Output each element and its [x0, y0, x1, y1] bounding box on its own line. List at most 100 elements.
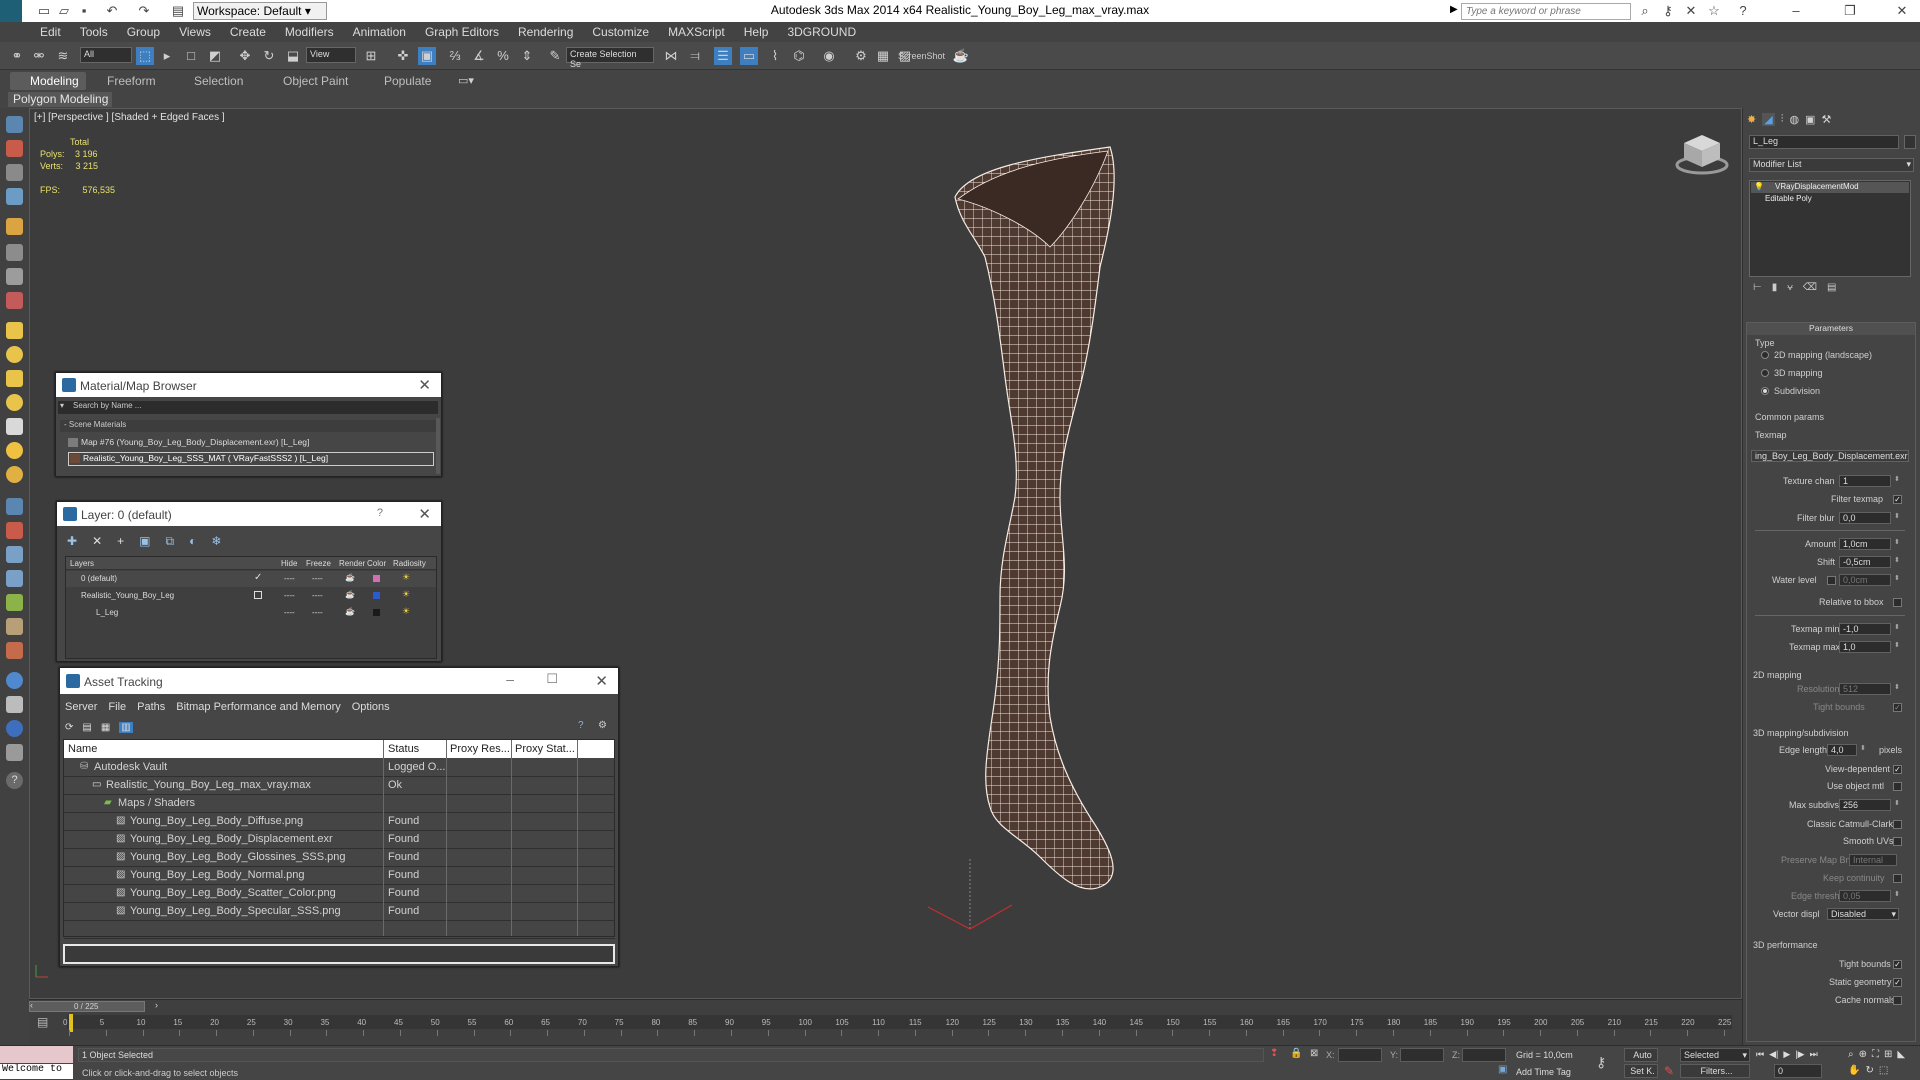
tab-selection[interactable]: Selection: [194, 74, 243, 88]
key-filter-dropdown[interactable]: Selected ▾: [1680, 1048, 1750, 1062]
edit-named-selection-icon[interactable]: ✎: [546, 47, 564, 65]
pixels-label[interactable]: pixels: [1879, 745, 1902, 755]
pin-stack-icon[interactable]: ⊢: [1753, 282, 1762, 293]
edge-length-input[interactable]: 4,0: [1827, 744, 1857, 756]
cylinder-primitive-icon[interactable]: [6, 370, 23, 387]
go-to-start-icon[interactable]: ⏮: [1756, 1049, 1764, 1060]
col-color[interactable]: Color: [367, 559, 386, 568]
align-icon[interactable]: ⫤: [686, 47, 704, 65]
max-subdivs-input[interactable]: 256: [1839, 799, 1891, 811]
restore-icon[interactable]: ❐: [1842, 3, 1858, 19]
scrollbar[interactable]: [436, 418, 440, 474]
perf-tight-bounds-checkbox[interactable]: ✓: [1893, 960, 1902, 969]
menu-group[interactable]: Group: [127, 25, 160, 39]
scene-materials-group[interactable]: - Scene Materials: [60, 420, 436, 432]
texmap-min-input[interactable]: -1,0: [1839, 623, 1891, 635]
menu-views[interactable]: Views: [179, 25, 211, 39]
zoom-all-icon[interactable]: ⊕: [1859, 1049, 1867, 1060]
scale-icon[interactable]: ⬓: [284, 47, 302, 65]
material-list-item[interactable]: Map #76 (Young_Boy_Leg_Body_Displacement…: [68, 437, 434, 451]
next-frame-icon[interactable]: ›: [155, 1000, 158, 1010]
spinner-icon[interactable]: ⬍: [1894, 641, 1900, 649]
radio-3d-mapping[interactable]: [1761, 369, 1769, 377]
tab-object-paint[interactable]: Object Paint: [283, 74, 348, 88]
snaps-toggle-icon[interactable]: ⅔: [446, 47, 464, 65]
view-dependent-label[interactable]: View-dependent: [1825, 764, 1890, 774]
time-tag-icon[interactable]: ▣: [1498, 1064, 1507, 1075]
tab-modeling[interactable]: Modeling: [30, 74, 79, 88]
modifier-list-dropdown[interactable]: Modifier List ▾: [1749, 158, 1914, 172]
view-dependent-checkbox[interactable]: ✓: [1893, 765, 1902, 774]
leg-mesh-wireframe[interactable]: [910, 137, 1190, 937]
new-file-icon[interactable]: ▭: [36, 3, 52, 19]
water-level-input[interactable]: 0,0cm: [1839, 574, 1891, 586]
viewport-tool-icon-14[interactable]: [6, 618, 23, 635]
hide-toggle[interactable]: ----: [284, 574, 295, 583]
search-input[interactable]: Type a keyword or phrase: [1461, 3, 1631, 20]
favorites-star-icon[interactable]: ☆: [1706, 3, 1722, 19]
radio-subdivision[interactable]: [1761, 387, 1769, 395]
filter-blur-input[interactable]: 0,0: [1839, 512, 1891, 524]
layer-color-swatch[interactable]: [373, 575, 380, 582]
y-coordinate-field[interactable]: [1400, 1048, 1444, 1062]
asset-row[interactable]: ▨ Young_Boy_Leg_Body_Normal.png Found: [64, 867, 615, 885]
minimize-icon[interactable]: –: [1788, 3, 1804, 19]
key-mode-icon[interactable]: ⚷: [1596, 1054, 1606, 1071]
modify-tab-icon[interactable]: ◢: [1762, 112, 1775, 126]
make-unique-icon[interactable]: ⩝: [1787, 282, 1793, 293]
screenshot-label[interactable]: ScreenShot: [898, 51, 945, 61]
configure-sets-icon[interactable]: ▤: [1827, 282, 1836, 293]
current-frame-field[interactable]: 0: [1774, 1064, 1822, 1078]
save-icon[interactable]: ▪: [76, 3, 92, 19]
freeze-toggle[interactable]: ----: [312, 574, 323, 583]
texmap-button[interactable]: ing_Boy_Leg_Body_Displacement.exr): [1751, 450, 1909, 462]
preserve-map-bnd-dropdown[interactable]: Internal: [1849, 854, 1897, 866]
spinner-icon[interactable]: ⬍: [1894, 683, 1900, 691]
viewport-tool-icon-15[interactable]: [6, 642, 23, 659]
vector-displ-dropdown[interactable]: Disabled ▾: [1827, 908, 1899, 920]
asset-row[interactable]: ▭ Realistic_Young_Boy_Leg_max_vray.max Ok: [64, 777, 615, 795]
modifier-stack-item[interactable]: 💡 VRayDisplacementMod: [1751, 182, 1909, 193]
viewcube-icon[interactable]: [1672, 129, 1732, 179]
zoom-extents-icon[interactable]: ⛶: [1872, 1049, 1879, 1060]
rectangular-region-icon[interactable]: □: [182, 47, 200, 65]
filter-texmap-checkbox[interactable]: ✓: [1893, 495, 1902, 504]
trackbar[interactable]: [67, 1015, 1732, 1029]
spinner-icon[interactable]: ⬍: [1894, 799, 1900, 807]
keyboard-shortcut-icon[interactable]: ▣: [418, 47, 436, 65]
classic-catmull-label[interactable]: Classic Catmull-Clark: [1807, 819, 1893, 829]
layer-color-swatch[interactable]: [373, 609, 380, 616]
close-icon[interactable]: ✕: [595, 672, 608, 690]
texture-chan-input[interactable]: 1: [1839, 475, 1891, 487]
help-icon[interactable]: ?: [1735, 3, 1751, 19]
communication-center-icon[interactable]: ✕: [1683, 3, 1699, 19]
vault-help-icon[interactable]: ?: [578, 720, 584, 731]
help-icon[interactable]: ?: [377, 507, 383, 519]
menu-edit[interactable]: Edit: [40, 25, 61, 39]
key-filters-button[interactable]: Filters...: [1680, 1064, 1750, 1078]
angle-snap-icon[interactable]: ∡: [470, 47, 488, 65]
viewport-tool-icon-13[interactable]: [6, 594, 23, 611]
resolution-input[interactable]: 512: [1839, 683, 1891, 695]
col-freeze[interactable]: Freeze: [306, 559, 331, 568]
viewport-tool-icon-10[interactable]: [6, 522, 23, 539]
add-time-tag[interactable]: Add Time Tag: [1516, 1067, 1571, 1077]
radio-2d-mapping[interactable]: [1761, 351, 1769, 359]
material-editor-icon[interactable]: ◉: [820, 47, 838, 65]
asset-row[interactable]: ▰ Maps / Shaders: [64, 795, 615, 813]
trackbar-toggle-icon[interactable]: ▤: [37, 1015, 48, 1029]
box-primitive-icon[interactable]: [6, 322, 23, 339]
menu-maxscript[interactable]: MAXScript: [668, 25, 725, 39]
spinner-icon[interactable]: ⬍: [1894, 556, 1900, 564]
edge-thresh-input[interactable]: 0,05: [1839, 890, 1891, 902]
smooth-uvs-label[interactable]: Smooth UVs: [1843, 836, 1894, 846]
cone-primitive-icon[interactable]: [6, 418, 23, 435]
col-hide[interactable]: Hide: [281, 559, 297, 568]
play-icon[interactable]: ▶: [1783, 1049, 1790, 1060]
viewport-tool-icon-3[interactable]: [6, 164, 23, 181]
relative-bbox-label[interactable]: Relative to bbox: [1819, 597, 1884, 607]
asset-row[interactable]: ▨ Young_Boy_Leg_Body_Specular_SSS.png Foun…: [64, 903, 615, 921]
pivot-center-icon[interactable]: ⊞: [362, 47, 380, 65]
set-active-box-icon[interactable]: [254, 591, 262, 599]
viewport-tool-icon-4[interactable]: [6, 188, 23, 205]
